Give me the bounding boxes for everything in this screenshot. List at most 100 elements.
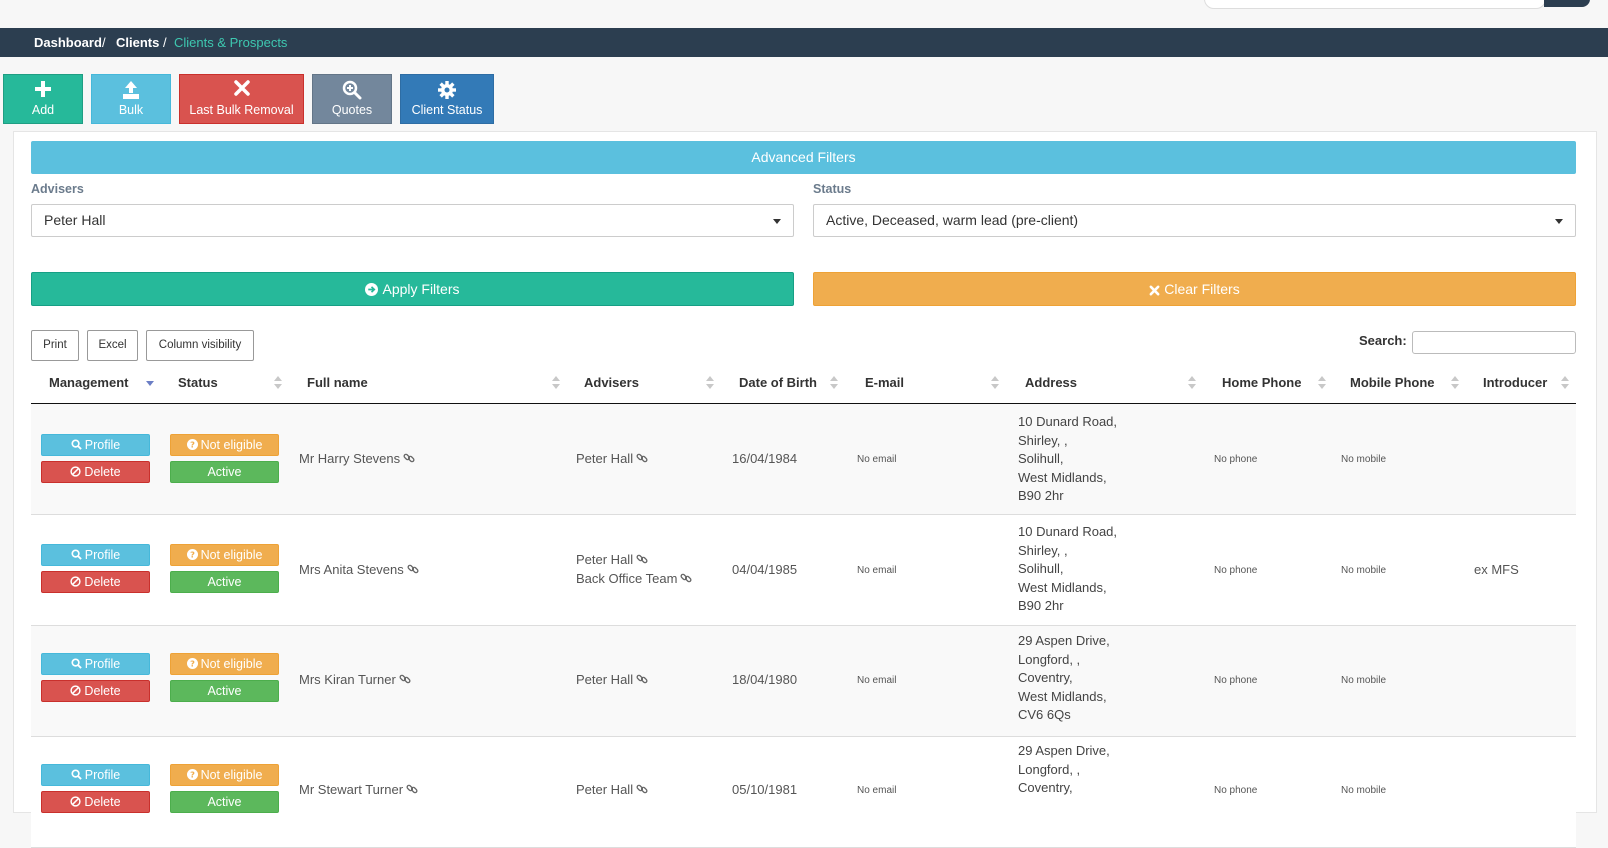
- breadcrumb-current: Clients & Prospects: [174, 35, 288, 50]
- profile-button[interactable]: Profile: [41, 434, 150, 456]
- status-select[interactable]: Active, Deceased, warm lead (pre-client): [813, 204, 1576, 237]
- sort-icon[interactable]: [1188, 376, 1196, 390]
- add-button[interactable]: Add: [3, 74, 83, 124]
- full-name-link[interactable]: Mr Stewart Turner: [299, 782, 418, 798]
- full-name-link[interactable]: Mrs Kiran Turner: [299, 672, 411, 688]
- delete-button[interactable]: Delete: [41, 571, 150, 593]
- delete-button[interactable]: Delete: [41, 791, 150, 813]
- question-circle-icon: ?: [186, 655, 198, 675]
- address-line: CV6 6Qs: [1018, 707, 1071, 722]
- adviser-name: Peter Hall: [576, 451, 634, 466]
- column-header-mobile-phone[interactable]: Mobile Phone: [1350, 375, 1435, 390]
- date-of-birth: 04/04/1985: [732, 562, 798, 577]
- column-header-full-name[interactable]: Full name: [307, 375, 368, 390]
- not-eligible-badge[interactable]: ? Not eligible: [170, 764, 279, 786]
- apply-filters-button[interactable]: Apply Filters: [31, 272, 794, 306]
- sort-icon[interactable]: [1318, 376, 1326, 390]
- delete-button[interactable]: Delete: [41, 461, 150, 483]
- sort-icon[interactable]: [1561, 376, 1569, 390]
- excel-button[interactable]: Excel: [87, 330, 138, 361]
- quotes-label: Quotes: [331, 103, 373, 117]
- column-header-advisers[interactable]: Advisers: [584, 375, 639, 390]
- sort-icon[interactable]: [552, 376, 560, 390]
- link-icon: [399, 673, 411, 688]
- full-name-link[interactable]: Mrs Anita Stevens: [299, 562, 419, 578]
- active-badge[interactable]: Active: [170, 680, 279, 702]
- column-visibility-button[interactable]: Column visibility: [146, 330, 254, 361]
- link-icon: [406, 783, 418, 798]
- profile-button[interactable]: Profile: [41, 653, 150, 675]
- search-icon: [71, 766, 82, 786]
- active-badge[interactable]: Active: [170, 461, 279, 483]
- sort-desc-icon[interactable]: [146, 376, 154, 390]
- sort-icon[interactable]: [706, 376, 714, 390]
- not-eligible-badge[interactable]: ? Not eligible: [170, 544, 279, 566]
- column-header-date-of-birth[interactable]: Date of Birth: [739, 375, 817, 390]
- active-badge[interactable]: Active: [170, 791, 279, 813]
- column-header-address[interactable]: Address: [1025, 375, 1077, 390]
- column-header-status[interactable]: Status: [178, 375, 218, 390]
- delete-button[interactable]: Delete: [41, 680, 150, 702]
- clear-filters-button[interactable]: Clear Filters: [813, 272, 1576, 306]
- introducer-value: ex MFS: [1474, 562, 1519, 577]
- profile-label: Profile: [84, 548, 121, 562]
- adviser-link[interactable]: Peter Hall: [576, 451, 648, 467]
- global-search-input[interactable]: [1204, 0, 1546, 9]
- print-button[interactable]: Print: [31, 330, 79, 361]
- address-line: Coventry,: [1018, 670, 1073, 685]
- home-phone-value: No phone: [1214, 785, 1258, 796]
- mobile-phone-value: No mobile: [1341, 454, 1387, 465]
- advisers-label: Advisers: [31, 182, 84, 196]
- table-search-input[interactable]: [1412, 331, 1576, 354]
- advanced-filters-toggle[interactable]: Advanced Filters: [31, 141, 1576, 174]
- full-name-link[interactable]: Mr Harry Stevens: [299, 451, 415, 467]
- sort-icon[interactable]: [830, 376, 838, 390]
- link-icon: [407, 563, 419, 578]
- breadcrumb-separator: /: [102, 35, 106, 50]
- bulk-button[interactable]: Bulk: [91, 74, 171, 124]
- adviser-link[interactable]: Peter Hall: [576, 552, 648, 568]
- adviser-link[interactable]: Peter Hall: [576, 672, 648, 688]
- full-name: Mrs Anita Stevens: [299, 562, 404, 577]
- column-header-email[interactable]: E-mail: [865, 375, 904, 390]
- breadcrumb-separator: /: [163, 35, 167, 50]
- breadcrumb-clients[interactable]: Clients: [116, 28, 159, 57]
- advisers-select[interactable]: Peter Hall: [31, 204, 794, 237]
- not-eligible-badge[interactable]: ? Not eligible: [170, 434, 279, 456]
- column-header-home-phone[interactable]: Home Phone: [1222, 375, 1301, 390]
- svg-text:?: ?: [190, 440, 195, 450]
- chevron-down-icon: [1555, 219, 1563, 224]
- client-status-button[interactable]: Client Status: [400, 74, 494, 124]
- svg-text:?: ?: [190, 550, 195, 560]
- not-eligible-label: Not eligible: [200, 438, 263, 452]
- adviser-link[interactable]: Peter Hall: [576, 782, 648, 798]
- not-eligible-label: Not eligible: [200, 768, 263, 782]
- column-header-management[interactable]: Management: [49, 375, 128, 390]
- active-label: Active: [207, 465, 242, 479]
- sort-icon[interactable]: [991, 376, 999, 390]
- active-badge[interactable]: Active: [170, 571, 279, 593]
- svg-text:?: ?: [190, 659, 195, 669]
- adviser-name: Peter Hall: [576, 552, 634, 567]
- last-bulk-removal-button[interactable]: Last Bulk Removal: [179, 74, 304, 124]
- not-eligible-badge[interactable]: ? Not eligible: [170, 653, 279, 675]
- profile-button[interactable]: Profile: [41, 544, 150, 566]
- ban-icon: [70, 573, 82, 593]
- column-header-introducer[interactable]: Introducer: [1483, 375, 1547, 390]
- status-selected-value: Active, Deceased, warm lead (pre-client): [826, 212, 1079, 228]
- adviser-link[interactable]: Back Office Team: [576, 571, 692, 587]
- global-search-button[interactable]: [1544, 0, 1590, 7]
- profile-button[interactable]: Profile: [41, 764, 150, 786]
- breadcrumb-dashboard[interactable]: Dashboard: [34, 28, 102, 57]
- sort-icon[interactable]: [1451, 376, 1459, 390]
- sort-icon[interactable]: [274, 376, 282, 390]
- address-line: 10 Dunard Road,: [1018, 524, 1118, 539]
- address-line: Coventry,: [1018, 780, 1073, 795]
- table-row: Profile Delete ? Not eligible Active Mr S…: [31, 737, 1576, 848]
- profile-label: Profile: [84, 768, 121, 782]
- quotes-button[interactable]: Quotes: [312, 74, 392, 124]
- date-of-birth: 18/04/1980: [732, 672, 798, 687]
- profile-label: Profile: [84, 438, 121, 452]
- delete-label: Delete: [84, 575, 121, 589]
- address: 29 Aspen Drive, Longford, , Coventry, We…: [1018, 632, 1110, 725]
